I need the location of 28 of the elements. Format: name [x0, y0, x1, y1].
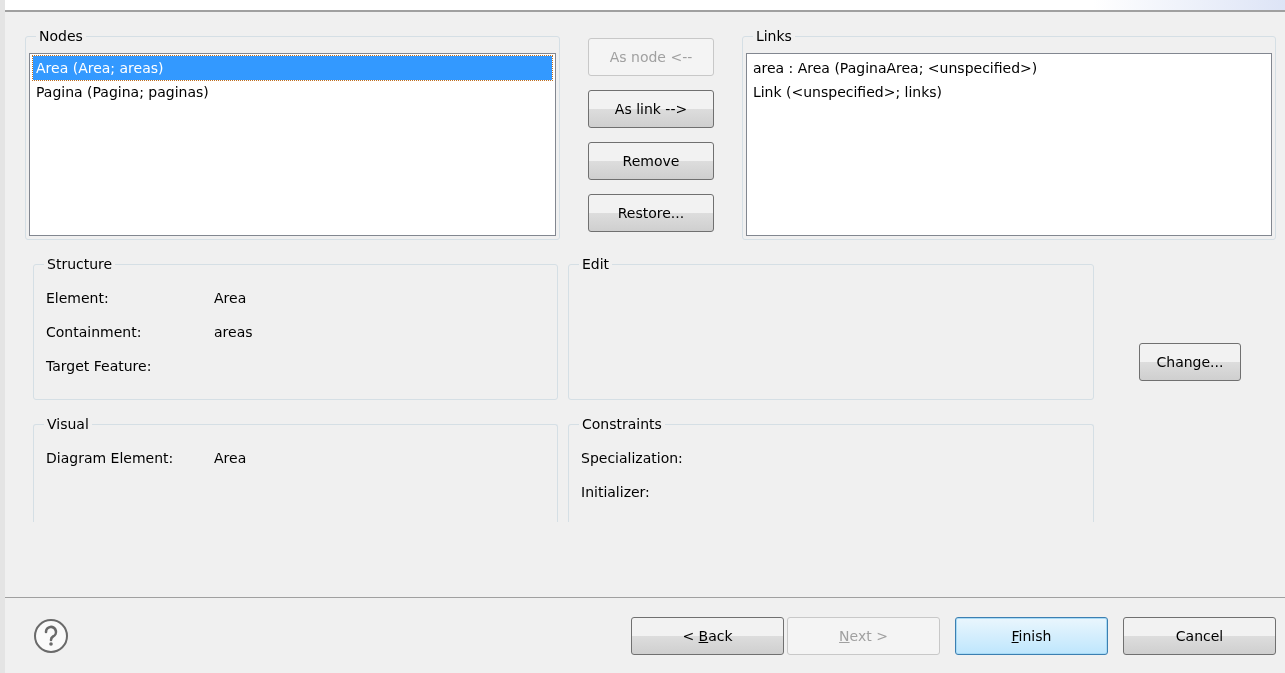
field-label: Containment: [46, 323, 143, 342]
move-button[interactable]: As link --> [588, 90, 714, 128]
move-button[interactable]: Remove [588, 142, 714, 180]
field-value: areas [214, 323, 253, 342]
field-label: Target Feature: [46, 357, 153, 376]
field-label: Element: [46, 289, 110, 308]
links-list[interactable]: area : Area (PaginaArea; <unspecified>) Link (<unspecified>; links) [745, 53, 1272, 236]
group-title: Visual [44, 416, 92, 432]
nodes-list[interactable]: Area (Area; areas) Pagina (Pagina; paginas) [29, 53, 557, 236]
help-icon[interactable] [33, 617, 69, 654]
wizard-button[interactable]: Finish [955, 616, 1108, 655]
list-item[interactable]: area : Area (PaginaArea; <unspecified>) [749, 56, 1268, 80]
wizard-button[interactable]: Cancel [1123, 616, 1276, 655]
move-button[interactable]: Restore... [588, 194, 714, 232]
wizard-button[interactable]: < Back [631, 616, 784, 655]
list-item[interactable]: Pagina (Pagina; paginas) [33, 80, 553, 104]
field-value: Area [214, 449, 247, 468]
group-title: Links [752, 28, 795, 44]
change-button[interactable]: Change... [1139, 343, 1241, 381]
group-title: Constraints [579, 416, 665, 432]
field-label: Initializer: [581, 483, 651, 502]
list-item[interactable]: Link (<unspecified>; links) [749, 80, 1268, 104]
group-title: Structure [44, 256, 116, 272]
field-value: Area [214, 289, 247, 308]
group-title: Edit [579, 256, 613, 272]
group-title: Nodes [36, 28, 86, 44]
field-label: Specialization: [581, 449, 684, 468]
field-label: Diagram Element: [46, 449, 175, 468]
